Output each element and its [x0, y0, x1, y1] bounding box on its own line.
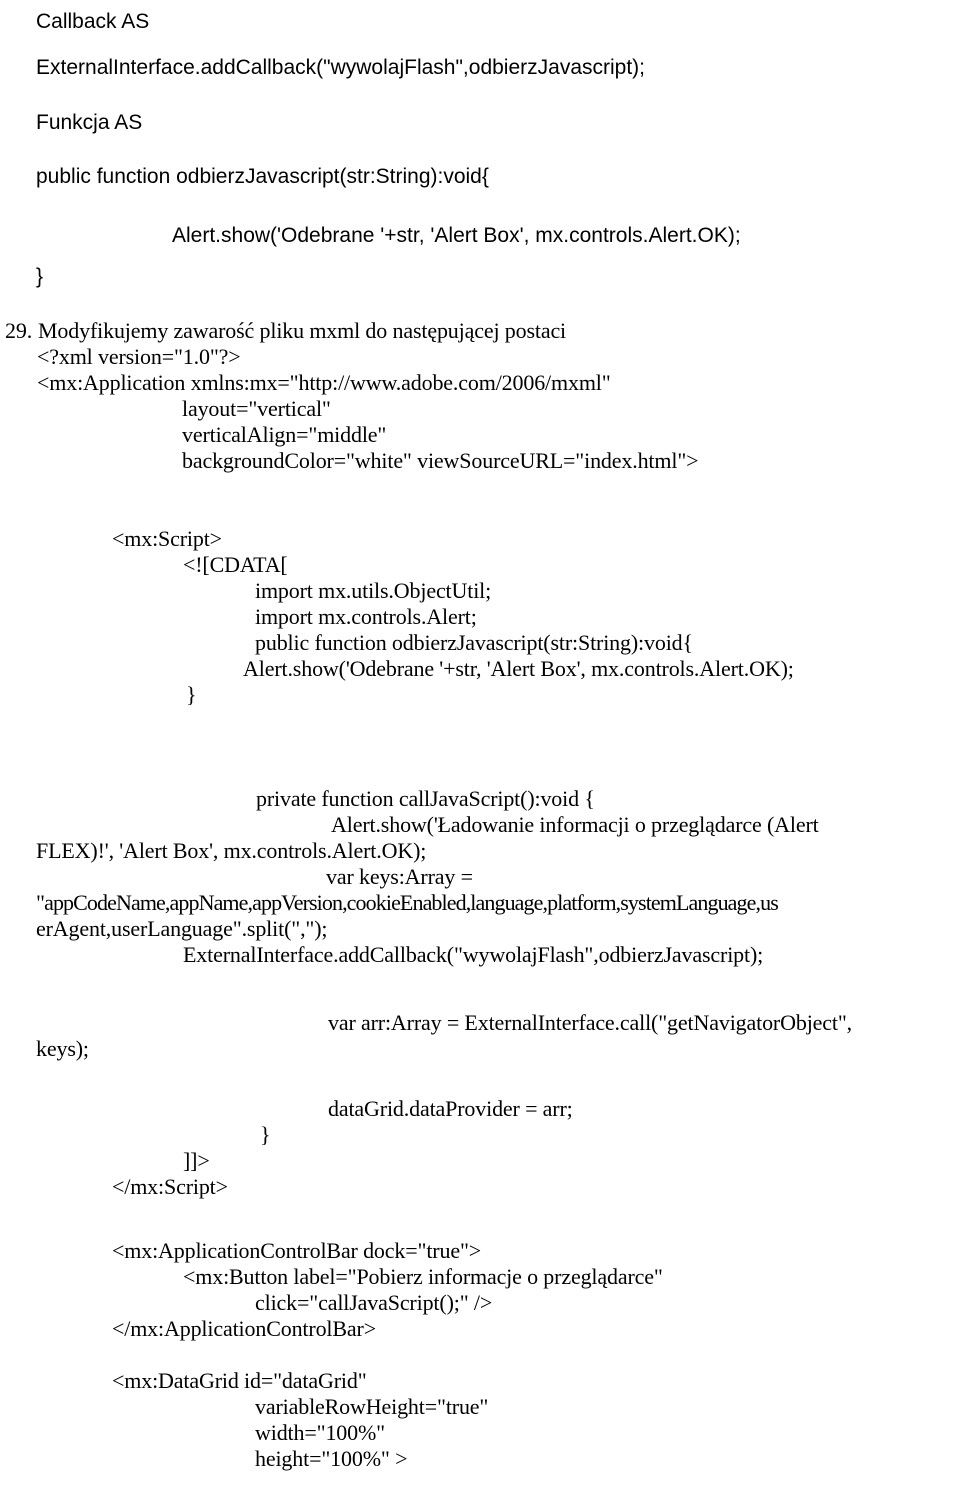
code-line-alert-show-odebrane: Alert.show('Odebrane '+str, 'Alert Box',…: [243, 656, 794, 681]
intro-line-funkcja-as: Funkcja AS: [36, 111, 143, 134]
code-line-variablerowheight-attr: variableRowHeight="true": [255, 1394, 489, 1419]
code-line-height-attr: height="100%" >: [255, 1446, 408, 1471]
code-line-keys-string: "appCodeName,appName,appVersion,cookieEn…: [36, 890, 779, 915]
code-line-mx-application: <mx:Application xmlns:mx="http://www.ado…: [37, 370, 611, 395]
intro-line-callback-as: Callback AS: [36, 10, 150, 33]
intro-line-function-signature: public function odbierzJavascript(str:St…: [36, 165, 489, 188]
code-line-brace-close-2: }: [260, 1122, 271, 1147]
code-line-xml-decl: <?xml version="1.0"?>: [37, 344, 241, 369]
code-line-addcallback: ExternalInterface.addCallback("wywolajFl…: [183, 942, 764, 967]
code-line-keys-arg-wrap: keys);: [36, 1036, 89, 1061]
code-line-brace-close-1: }: [186, 682, 197, 707]
intro-line-alert-show: Alert.show('Odebrane '+str, 'Alert Box',…: [172, 224, 741, 247]
list-item-number: 29.: [5, 318, 33, 343]
code-line-verticalalign-attr: verticalAlign="middle": [182, 422, 387, 447]
code-line-layout-attr: layout="vertical": [182, 396, 331, 421]
code-line-calljavascript-signature: private function callJavaScript():void {: [256, 786, 595, 811]
code-line-mx-script-open: <mx:Script>: [112, 526, 222, 551]
intro-line-addcallback: ExternalInterface.addCallback("wywolajFl…: [36, 56, 645, 79]
code-line-heading: Modyfikujemy zawarość pliku mxml do nast…: [38, 318, 567, 343]
code-line-odbierzjavascript-signature: public function odbierzJavascript(str:St…: [255, 630, 693, 655]
code-line-controlbar-open: <mx:ApplicationControlBar dock="true">: [112, 1238, 482, 1263]
code-line-keys-string-wrap: erAgent,userLanguage".split(",");: [36, 916, 328, 941]
code-line-cdata-open: <![CDATA[: [183, 552, 288, 577]
code-line-datagrid-open: <mx:DataGrid id="dataGrid": [112, 1368, 367, 1393]
code-line-width-attr: width="100%": [255, 1420, 386, 1445]
code-line-var-arr: var arr:Array = ExternalInterface.call("…: [328, 1010, 853, 1035]
intro-line-closing-brace: }: [36, 265, 44, 288]
code-line-mx-script-close: </mx:Script>: [112, 1174, 228, 1199]
code-line-import-alert: import mx.controls.Alert;: [255, 604, 477, 629]
code-line-mx-button: <mx:Button label="Pobierz informacje o p…: [183, 1264, 663, 1289]
document-page: Callback AS ExternalInterface.addCallbac…: [0, 0, 960, 1502]
code-line-controlbar-close: </mx:ApplicationControlBar>: [112, 1316, 376, 1341]
code-line-import-objectutil: import mx.utils.ObjectUtil;: [255, 578, 492, 603]
code-line-button-click-attr: click="callJavaScript();" />: [255, 1290, 493, 1315]
code-line-alert-show-ladowanie: Alert.show('Ładowanie informacji o przeg…: [331, 812, 819, 837]
code-line-backgroundcolor-attr: backgroundColor="white" viewSourceURL="i…: [182, 448, 699, 473]
code-line-datagrid-dataprovider: dataGrid.dataProvider = arr;: [328, 1096, 573, 1121]
code-line-flex-alertbox-wrap: FLEX)!', 'Alert Box', mx.controls.Alert.…: [36, 838, 427, 863]
code-line-cdata-close: ]]>: [183, 1148, 210, 1173]
code-line-var-keys: var keys:Array =: [326, 864, 473, 889]
